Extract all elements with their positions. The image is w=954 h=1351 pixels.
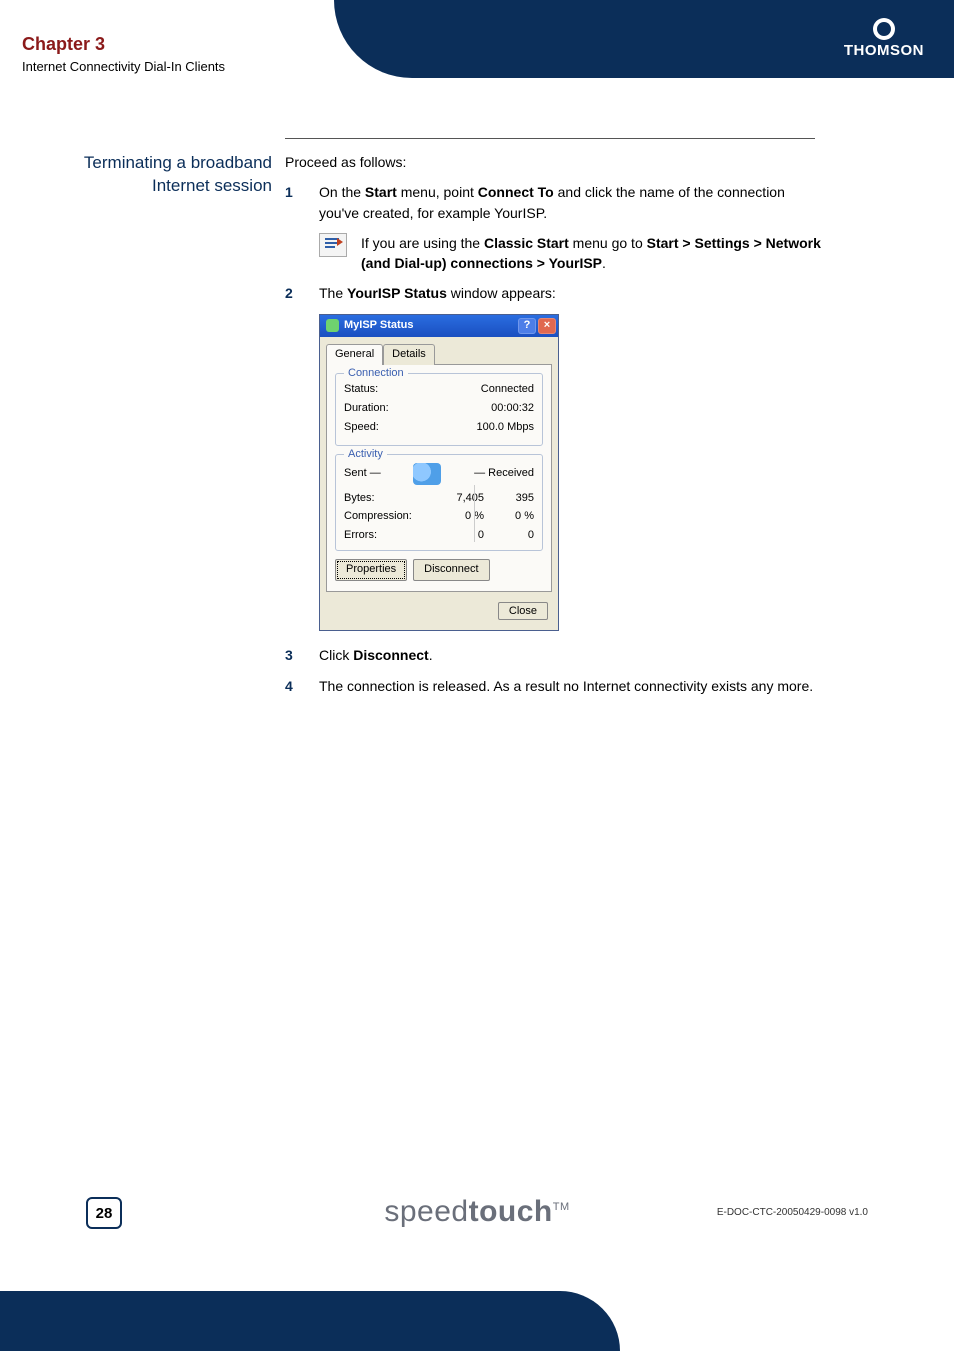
dialog-panel: Connection Status:Connected Duration:00:… <box>326 364 552 593</box>
activity-fieldset: Activity Sent — — Received Bytes: 7,405 … <box>335 454 543 552</box>
dialog-titlebar[interactable]: MyISP Status ? × <box>320 315 558 337</box>
connection-fieldset: Connection Status:Connected Duration:00:… <box>335 373 543 446</box>
brand-thin: speed <box>384 1195 468 1228</box>
lead-text: Proceed as follows: <box>285 152 825 172</box>
errors-received: 0 <box>484 528 534 544</box>
properties-button[interactable]: Properties <box>335 559 407 581</box>
thomson-logo: THOMSON <box>844 18 924 59</box>
footer-band <box>0 1291 620 1351</box>
disconnect-button[interactable]: Disconnect <box>413 559 489 581</box>
speed-label: Speed: <box>344 420 477 436</box>
errors-label: Errors: <box>344 528 434 544</box>
speed-value: 100.0 Mbps <box>477 420 534 436</box>
note-icon <box>319 233 347 257</box>
duration-value: 00:00:32 <box>491 401 534 417</box>
received-label: — Received <box>474 466 534 482</box>
step-text: On the Start menu, point Connect To and … <box>319 182 825 223</box>
chapter-title: Chapter 3 <box>22 34 225 55</box>
step-1: 1 On the Start menu, point Connect To an… <box>285 182 825 223</box>
note-text: If you are using the Classic Start menu … <box>361 233 825 274</box>
tab-details[interactable]: Details <box>383 344 435 365</box>
close-dialog-button[interactable]: Close <box>498 602 548 620</box>
activity-divider <box>474 485 475 543</box>
section-side-heading: Terminating a broadband Internet session <box>22 152 272 198</box>
compression-received: 0 % <box>484 509 534 525</box>
bytes-label: Bytes: <box>344 491 434 507</box>
step-number: 1 <box>285 182 319 223</box>
step-text: The YourISP Status window appears: <box>319 283 825 303</box>
body-column: Proceed as follows: 1 On the Start menu,… <box>285 152 825 706</box>
step-number: 2 <box>285 283 319 303</box>
status-label: Status: <box>344 382 481 398</box>
activity-legend: Activity <box>344 447 387 463</box>
bytes-sent: 7,405 <box>434 491 484 507</box>
thomson-logo-icon <box>873 18 895 40</box>
connection-legend: Connection <box>344 366 408 382</box>
step-number: 3 <box>285 645 319 665</box>
chapter-subtitle: Internet Connectivity Dial-In Clients <box>22 59 225 74</box>
activity-icon <box>413 463 441 485</box>
doc-reference: E-DOC-CTC-20050429-0098 v1.0 <box>717 1207 868 1218</box>
note-block: If you are using the Classic Start menu … <box>319 233 825 274</box>
chapter-header: Chapter 3 Internet Connectivity Dial-In … <box>22 34 225 74</box>
dialog-bottom: Close <box>320 598 558 630</box>
section-rule <box>285 138 815 139</box>
step-number: 4 <box>285 676 319 696</box>
step-4: 4 The connection is released. As a resul… <box>285 676 825 696</box>
compression-label: Compression: <box>344 509 434 525</box>
step-text: Click Disconnect. <box>319 645 825 665</box>
page-footer: 28 speedtouchTM E-DOC-CTC-20050429-0098 … <box>0 1191 954 1239</box>
step-2: 2 The YourISP Status window appears: <box>285 283 825 303</box>
errors-sent: 0 <box>434 528 484 544</box>
dialog-title: MyISP Status <box>344 318 516 334</box>
compression-sent: 0 % <box>434 509 484 525</box>
tab-general[interactable]: General <box>326 344 383 365</box>
dialog-button-row: Properties Disconnect <box>335 559 543 581</box>
connection-icon <box>326 319 339 332</box>
thomson-logo-text: THOMSON <box>844 42 924 59</box>
brand-tm: TM <box>553 1201 570 1213</box>
help-button[interactable]: ? <box>518 318 536 334</box>
sent-label: Sent — <box>344 466 381 482</box>
step-3: 3 Click Disconnect. <box>285 645 825 665</box>
status-value: Connected <box>481 382 534 398</box>
bytes-received: 395 <box>484 491 534 507</box>
dialog-tabs: General Details <box>320 337 558 364</box>
brand-bold: touch <box>469 1195 553 1228</box>
status-dialog: MyISP Status ? × General Details Connect… <box>319 314 559 631</box>
duration-label: Duration: <box>344 401 491 417</box>
close-button[interactable]: × <box>538 318 556 334</box>
step-text: The connection is released. As a result … <box>319 676 825 696</box>
